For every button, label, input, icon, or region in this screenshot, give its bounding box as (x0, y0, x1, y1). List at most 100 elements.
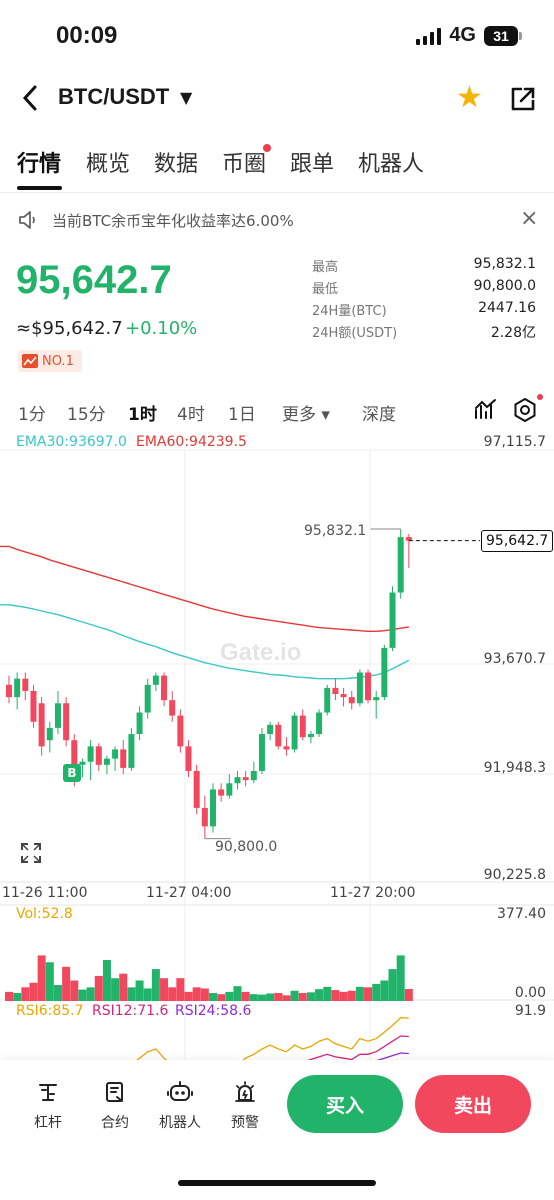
candle (405, 534, 412, 568)
y-axis-label-top: 97,115.7 (483, 434, 546, 450)
volume-bar (143, 988, 152, 1001)
buy-button[interactable]: 买入 (287, 1075, 403, 1133)
rsi12-label: RSI12:71.6 (92, 1003, 169, 1019)
volume-bar (94, 975, 103, 1001)
candle-body (201, 807, 208, 827)
volume-bar (355, 986, 364, 1001)
volume-max-label: 377.40 (497, 906, 546, 922)
candle-body (381, 647, 388, 698)
candle-body (299, 715, 306, 738)
volume-bar (274, 993, 283, 1001)
high-price-label: 95,832.1 (304, 523, 367, 539)
volume-bar (192, 987, 201, 1001)
volume-bar (86, 987, 95, 1001)
candle-body (30, 690, 37, 722)
volume-bar (241, 991, 250, 1001)
volume-bar (315, 989, 324, 1001)
volume-bar (102, 959, 111, 1001)
lever-icon (39, 1084, 57, 1101)
candle (218, 783, 225, 802)
volume-bar (5, 991, 13, 1001)
volume-bar (13, 993, 22, 1001)
home-indicator (178, 1180, 376, 1186)
volume-bar (249, 994, 258, 1001)
candle-body (63, 703, 70, 741)
candle (299, 709, 306, 741)
candle-body (54, 703, 61, 728)
buy-marker[interactable]: B (63, 764, 81, 782)
robot-icon (167, 1081, 193, 1101)
rsi6-line (136, 1017, 409, 1060)
nav-margin[interactable]: 杠杆 (18, 1080, 78, 1132)
candle (258, 727, 265, 775)
candle-body (193, 770, 200, 808)
candle-body (397, 537, 404, 593)
rsi6-label: RSI6:85.7 (16, 1003, 84, 1019)
candle-body (144, 684, 151, 713)
candle (63, 697, 70, 747)
contract-icon (106, 1082, 123, 1102)
candle-body (307, 734, 314, 738)
candle-body (373, 697, 380, 701)
volume-bar (217, 994, 226, 1001)
candle (307, 730, 314, 744)
candle-body (389, 592, 396, 648)
candle (316, 709, 323, 738)
candle (242, 770, 249, 787)
volume-bar (257, 994, 266, 1001)
candle-body (348, 697, 355, 704)
volume-bar (372, 983, 381, 1001)
volume-bar (282, 995, 291, 1001)
candle (6, 675, 12, 704)
candle (185, 740, 192, 778)
candle (201, 795, 208, 839)
volume-bar (266, 993, 275, 1001)
candle-body (185, 746, 192, 771)
candle (267, 721, 274, 741)
nav-alerts[interactable]: 预警 (215, 1080, 275, 1132)
volume-bar (37, 955, 46, 1001)
sell-button[interactable]: 卖出 (415, 1075, 531, 1133)
nav-futures[interactable]: 合约 (85, 1080, 145, 1132)
candle (144, 678, 151, 719)
candle-body (291, 715, 298, 750)
x-axis-label-2: 11-27 04:00 (146, 885, 232, 901)
candle-body (136, 712, 143, 735)
candle-body (46, 727, 53, 741)
candle (332, 678, 339, 701)
nav-futures-label: 合约 (101, 1115, 129, 1131)
fullscreen-icon[interactable] (20, 842, 42, 868)
candle-body (6, 684, 12, 698)
volume-bar (225, 991, 234, 1001)
volume-bar (306, 992, 315, 1001)
nav-margin-label: 杠杆 (34, 1115, 62, 1131)
candle (136, 706, 143, 741)
kline-chart[interactable]: Gate.io (0, 0, 554, 1060)
last-price-tag[interactable]: 95,642.7 (481, 530, 554, 552)
low-price-label: 90,800.0 (215, 839, 278, 855)
candle-body (365, 672, 372, 701)
candle (389, 586, 396, 651)
candle (381, 644, 388, 701)
candle-body (283, 746, 290, 750)
candle (120, 740, 127, 775)
nav-bots[interactable]: 机器人 (150, 1080, 210, 1132)
volume-bar (184, 991, 193, 1001)
volume-bar (176, 978, 185, 1001)
candle (365, 669, 372, 704)
candle (38, 697, 45, 756)
candle-body (340, 694, 347, 698)
candle (22, 672, 29, 701)
candle-body (120, 749, 127, 768)
volume-bar (209, 993, 217, 1001)
volume-bar (21, 987, 30, 1001)
volume-bar (380, 980, 389, 1001)
candle-body (356, 672, 363, 704)
volume-bar (151, 969, 160, 1001)
candle-body (152, 675, 159, 685)
candle-body (258, 734, 265, 771)
candle-body (405, 537, 412, 541)
volume-bar (62, 966, 71, 1001)
candle-body (250, 770, 257, 781)
volume-bar (331, 990, 340, 1001)
